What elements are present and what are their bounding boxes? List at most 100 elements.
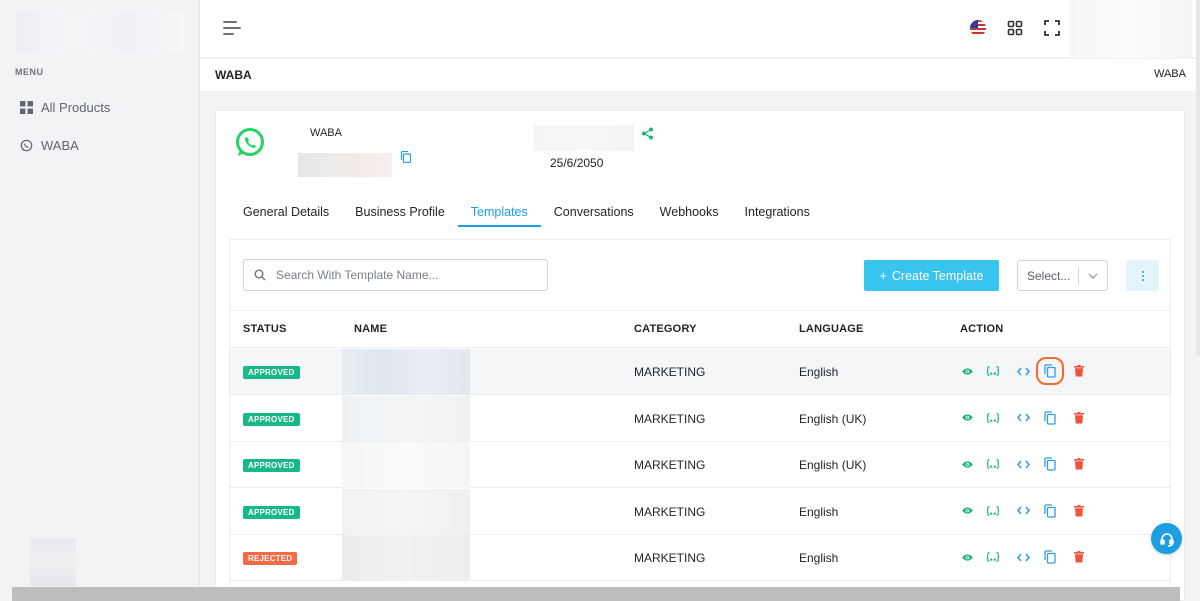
table-header: STATUS NAME CATEGORY LANGUAGE ACTION	[230, 310, 1170, 348]
sidebar-item-label: All Products	[41, 100, 111, 115]
support-chat-button[interactable]	[1151, 523, 1182, 554]
us-flag-icon[interactable]	[968, 18, 988, 38]
sidebar-item-label: WABA	[41, 138, 79, 153]
copy-icon[interactable]	[1036, 357, 1064, 385]
template-name	[342, 442, 470, 488]
trash-icon[interactable]	[1072, 457, 1086, 471]
waba-card: WABA 25/6/2050 General Details Business …	[215, 110, 1185, 601]
headset-icon	[1159, 532, 1174, 547]
tab-integrations[interactable]: Integrations	[732, 199, 823, 227]
status-badge: APPROVED	[243, 412, 300, 426]
json-braces-icon[interactable]	[986, 457, 1000, 471]
user-avatar[interactable]	[30, 538, 76, 586]
created-date: 25/6/2050	[550, 156, 604, 170]
table-row: APPROVED MARKETING English	[230, 349, 1170, 395]
code-icon[interactable]	[1016, 457, 1030, 471]
json-braces-icon[interactable]	[986, 364, 1000, 378]
json-braces-icon[interactable]	[986, 550, 1000, 564]
table-row: APPROVED MARKETING English (UK)	[230, 395, 1170, 442]
table-row: APPROVED MARKETING English (UK)	[230, 442, 1170, 488]
copy-icon[interactable]	[1043, 503, 1057, 518]
trash-icon[interactable]	[1072, 504, 1086, 518]
language-cell: English (UK)	[799, 458, 867, 472]
copy-icon[interactable]	[1043, 550, 1057, 564]
language-cell: English	[799, 551, 839, 565]
search-box[interactable]	[243, 259, 548, 291]
template-name	[342, 535, 470, 581]
horizontal-scrollbar[interactable]	[12, 587, 1180, 601]
eye-icon[interactable]	[960, 411, 974, 425]
copy-icon[interactable]	[1043, 410, 1057, 425]
sidebar-item-waba[interactable]: WABA	[20, 138, 79, 153]
tab-webhooks[interactable]: Webhooks	[647, 199, 732, 227]
language-cell: English	[799, 365, 839, 379]
header-language: LANGUAGE	[799, 323, 864, 335]
fullscreen-icon[interactable]	[1042, 18, 1062, 38]
status-badge: APPROVED	[243, 459, 300, 472]
eye-icon[interactable]	[960, 364, 974, 378]
tab-templates[interactable]: Templates	[457, 199, 541, 227]
hamburger-icon[interactable]	[223, 21, 241, 35]
json-braces-icon[interactable]	[986, 411, 1000, 425]
eye-icon[interactable]	[960, 457, 974, 471]
trash-icon[interactable]	[1072, 411, 1086, 425]
code-icon[interactable]	[1016, 364, 1030, 378]
category-cell: MARKETING	[634, 411, 706, 426]
header-status: STATUS	[243, 323, 287, 335]
header-action: ACTION	[960, 323, 1004, 335]
code-icon[interactable]	[1016, 504, 1030, 518]
whatsapp-logo-icon	[236, 128, 264, 156]
table-row: REJECTED MARKETING English	[230, 535, 1170, 581]
topbar	[200, 0, 1200, 58]
status-badge: APPROVED	[243, 505, 300, 519]
profile-menu[interactable]	[1070, 0, 1192, 58]
sidebar-item-all-products[interactable]: All Products	[20, 100, 110, 115]
json-braces-icon[interactable]	[986, 504, 1000, 518]
header-name: NAME	[354, 323, 388, 335]
category-cell: MARKETING	[634, 458, 706, 472]
menu-label: MENU	[15, 67, 44, 77]
filter-select[interactable]: Select...	[1017, 260, 1108, 291]
breadcrumb: WABA	[1154, 68, 1186, 80]
create-template-label: Create Template	[891, 268, 984, 283]
category-cell: MARKETING	[634, 551, 706, 565]
create-template-button[interactable]: + Create Template	[864, 260, 999, 291]
phone-number	[534, 125, 634, 151]
templates-panel: + Create Template Select... STATUS NAME …	[229, 239, 1171, 601]
language-cell: English (UK)	[799, 411, 867, 426]
select-value: Select...	[1027, 268, 1071, 283]
header-category: CATEGORY	[634, 323, 697, 335]
whatsapp-icon	[20, 139, 33, 152]
search-icon	[254, 269, 266, 281]
search-input[interactable]	[276, 268, 536, 282]
apps-grid-icon[interactable]	[1005, 18, 1025, 38]
vertical-scrollbar[interactable]	[1196, 0, 1200, 355]
more-options-button[interactable]	[1126, 260, 1159, 291]
copy-icon[interactable]	[400, 151, 412, 163]
page-title: WABA	[215, 68, 252, 82]
template-name	[342, 349, 470, 395]
category-cell: MARKETING	[634, 504, 706, 519]
share-icon[interactable]	[641, 127, 654, 140]
trash-icon[interactable]	[1072, 550, 1086, 564]
tab-bar: General Details Business Profile Templat…	[230, 199, 823, 227]
template-name	[342, 488, 470, 535]
grid-icon	[20, 101, 33, 114]
breadcrumb-bar: WABA WABA	[200, 59, 1200, 91]
brand-logo[interactable]	[16, 12, 184, 52]
tab-business-profile[interactable]: Business Profile	[342, 199, 458, 227]
chevron-down-icon	[1079, 273, 1107, 279]
trash-icon[interactable]	[1072, 364, 1086, 378]
eye-icon[interactable]	[960, 504, 974, 518]
template-name	[342, 395, 470, 442]
tab-conversations[interactable]: Conversations	[541, 199, 647, 227]
tab-general-details[interactable]: General Details	[230, 199, 342, 227]
plus-icon: +	[879, 268, 887, 283]
status-badge: REJECTED	[243, 552, 298, 565]
kebab-icon	[1141, 270, 1144, 281]
waba-account-name: WABA	[310, 127, 342, 139]
copy-icon[interactable]	[1043, 457, 1057, 471]
code-icon[interactable]	[1016, 411, 1030, 425]
code-icon[interactable]	[1016, 550, 1030, 564]
eye-icon[interactable]	[960, 550, 974, 564]
